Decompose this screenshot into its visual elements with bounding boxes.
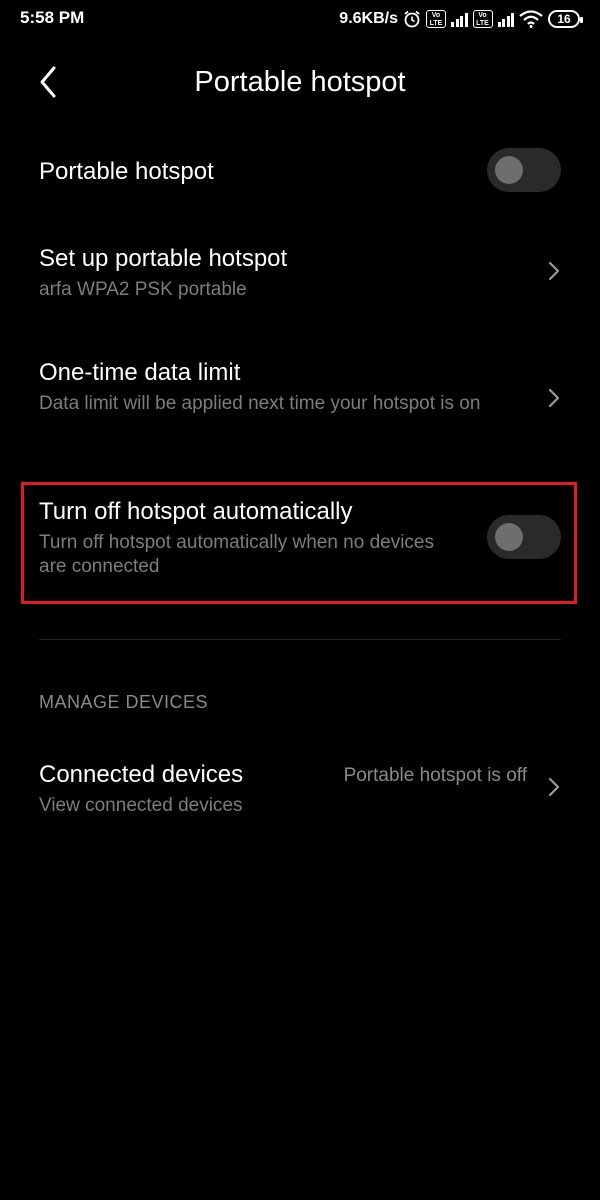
manage-devices-header: MANAGE DEVICES	[39, 692, 209, 712]
highlight-box	[21, 482, 577, 604]
status-icons: 9.6KB/s Vo LTE Vo LTE 16	[339, 7, 583, 31]
setup-hotspot-row[interactable]: Set up portable hotspot arfa WPA2 PSK po…	[39, 244, 561, 304]
chevron-right-icon	[548, 388, 560, 408]
battery-icon: 16	[548, 10, 583, 28]
data-limit-subtitle: Data limit will be applied next time you…	[39, 393, 481, 414]
chevron-right-icon	[548, 261, 560, 281]
volte-icon-1: Vo LTE	[426, 10, 446, 28]
portable-hotspot-row[interactable]: Portable hotspot	[39, 148, 561, 196]
toggle-knob	[495, 156, 523, 184]
setup-hotspot-title: Set up portable hotspot	[39, 245, 288, 272]
page-title: Portable hotspot	[194, 66, 406, 98]
data-limit-row[interactable]: One-time data limit Data limit will be a…	[39, 358, 561, 442]
chevron-right-icon	[548, 777, 560, 797]
data-limit-title: One-time data limit	[39, 359, 241, 386]
status-time: 5:58 PM	[20, 8, 85, 27]
signal-icon-2	[497, 11, 514, 27]
section-divider	[39, 639, 561, 640]
connected-devices-subtitle: View connected devices	[39, 795, 243, 816]
connected-devices-row[interactable]: Connected devices View connected devices…	[39, 760, 561, 820]
volte-icon-2: Vo LTE	[472, 10, 493, 28]
wifi-icon	[519, 10, 543, 28]
connected-devices-status: Portable hotspot is off	[343, 765, 527, 786]
signal-icon-1	[451, 11, 468, 27]
portable-hotspot-label: Portable hotspot	[39, 158, 214, 185]
alarm-icon	[404, 10, 420, 28]
setup-hotspot-subtitle: arfa WPA2 PSK portable	[39, 279, 247, 300]
network-speed: 9.6KB/s	[339, 10, 398, 27]
portable-hotspot-toggle[interactable]	[487, 148, 561, 192]
status-bar: 5:58 PM 9.6KB/s Vo LTE Vo LTE 16	[0, 0, 600, 40]
app-header: Portable hotspot	[0, 50, 600, 114]
